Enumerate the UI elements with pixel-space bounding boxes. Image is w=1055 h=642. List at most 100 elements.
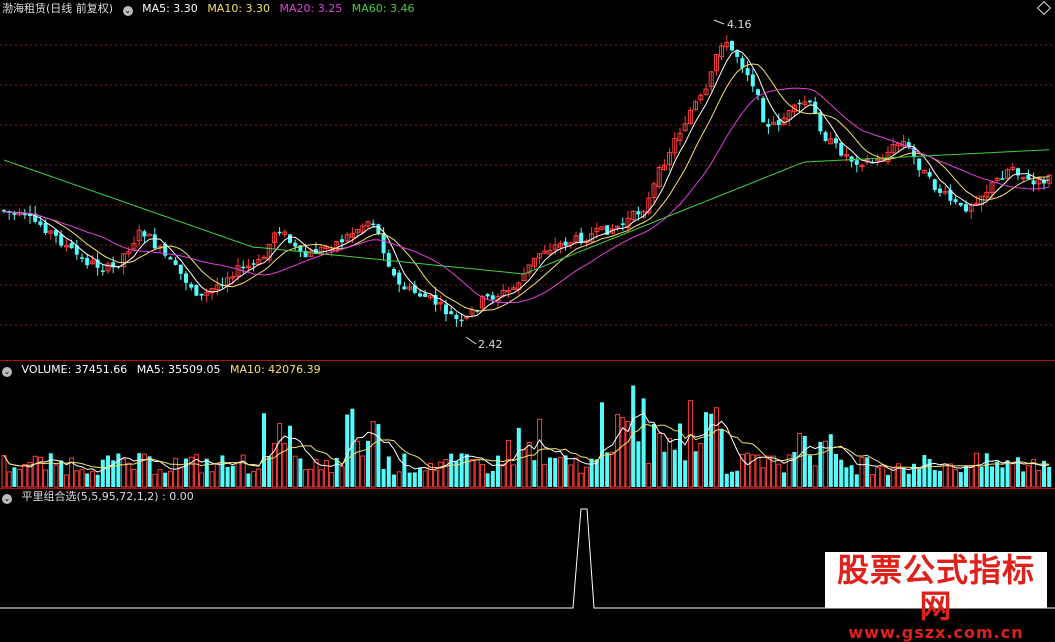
candle-body xyxy=(85,257,90,266)
volume-bar xyxy=(381,469,386,487)
candlestick-chart[interactable] xyxy=(0,0,1055,360)
volume-ma5-label: MA5: 35509.05 xyxy=(136,363,221,376)
candle-body xyxy=(340,239,344,243)
volume-bar xyxy=(386,456,391,487)
volume-bar xyxy=(63,474,69,488)
volume-bar xyxy=(298,458,303,487)
volume-chart[interactable] xyxy=(0,361,1055,488)
candle-body xyxy=(766,123,771,127)
volume-bar xyxy=(901,468,906,487)
candle-body xyxy=(142,231,147,237)
volume-bar xyxy=(318,469,324,488)
volume-bar xyxy=(376,424,381,487)
candle-body xyxy=(834,138,838,144)
volume-bar xyxy=(735,470,740,487)
price-chart-pane[interactable]: 渤海租赁(日线 前复权) ⌄ MA5: 3.30 MA10: 3.30 MA20… xyxy=(0,0,1055,360)
volume-bar xyxy=(235,461,241,488)
candle-body xyxy=(69,243,74,249)
candle-body xyxy=(849,156,854,162)
volume-bar xyxy=(730,471,734,487)
volume-bar xyxy=(683,460,688,487)
volume-bar xyxy=(578,472,584,488)
candle-body xyxy=(740,58,745,68)
volume-bar xyxy=(797,433,803,488)
candle-body xyxy=(402,286,407,290)
volume-bar xyxy=(396,471,402,488)
candle-body xyxy=(12,213,17,215)
volume-bar xyxy=(288,425,292,487)
volume-bar xyxy=(85,473,90,487)
candle-body xyxy=(808,100,812,103)
volume-bar xyxy=(116,453,121,487)
volume-chart-pane[interactable]: ⌄ VOLUME: 37451.66 MA5: 35509.05 MA10: 4… xyxy=(0,361,1055,488)
volume-bar xyxy=(438,461,444,488)
volume-bar xyxy=(12,467,17,487)
volume-bar xyxy=(59,460,64,487)
volume-bar xyxy=(256,468,262,488)
volume-bar xyxy=(511,464,517,488)
candle-body xyxy=(750,74,755,87)
volume-bar xyxy=(22,463,28,488)
candle-body xyxy=(194,284,199,296)
chevron-down-icon[interactable]: ⌄ xyxy=(122,6,133,16)
stock-title: 渤海租赁(日线 前复权) xyxy=(2,2,114,15)
candle-body xyxy=(371,223,376,226)
candle-body xyxy=(459,319,464,322)
volume-bar xyxy=(875,467,881,488)
candle-body xyxy=(38,221,43,225)
volume-bar xyxy=(469,459,475,488)
volume-bar xyxy=(490,470,495,487)
ma5-label: MA5: 3.30 xyxy=(142,2,198,15)
chevron-down-icon[interactable]: ⌄ xyxy=(2,494,12,504)
candle-body xyxy=(241,266,246,269)
volume-bar xyxy=(500,463,506,488)
candle-body xyxy=(184,273,188,283)
volume-bar xyxy=(443,458,449,488)
volume-bar xyxy=(1025,465,1031,488)
volume-bar xyxy=(178,466,184,488)
candle-body xyxy=(189,284,194,288)
volume-bar xyxy=(1036,470,1042,488)
volume-bar xyxy=(947,463,953,488)
volume-bar xyxy=(95,474,100,487)
candle-body xyxy=(839,142,844,156)
ma20-label: MA20: 3.25 xyxy=(279,2,343,15)
candle-body xyxy=(454,314,459,320)
volume-bar xyxy=(557,456,563,488)
chevron-down-icon[interactable]: ⌄ xyxy=(2,367,12,377)
ma60-line xyxy=(3,149,1050,275)
volume-bar xyxy=(17,468,23,488)
candle-body xyxy=(59,234,64,246)
volume-bar xyxy=(802,435,807,487)
volume-ma5-line xyxy=(3,412,1050,473)
volume-bar xyxy=(126,462,132,488)
volume-bar xyxy=(292,455,298,488)
volume-bar xyxy=(792,451,797,487)
volume-bar xyxy=(323,459,329,488)
candle-body xyxy=(938,188,942,193)
candle-body xyxy=(813,101,818,115)
volume-bar xyxy=(760,467,766,488)
candle-body xyxy=(579,232,584,244)
volume-bar xyxy=(844,467,849,487)
candle-body xyxy=(735,51,740,57)
volume-bar xyxy=(958,472,963,487)
candle-body xyxy=(381,233,386,254)
volume-bar xyxy=(199,472,205,488)
volume-bar xyxy=(412,472,417,487)
volume-bar xyxy=(407,472,412,487)
watermark-url: www.gszx.com.cn xyxy=(848,623,1024,642)
candle-body xyxy=(43,222,48,234)
volume-bar xyxy=(433,470,439,488)
candle-body xyxy=(490,295,495,300)
volume-bar xyxy=(267,456,272,487)
volume-bar xyxy=(724,473,729,487)
candle-body xyxy=(251,263,256,265)
candle-body xyxy=(958,202,963,206)
volume-bar xyxy=(782,472,786,487)
volume-bar xyxy=(818,441,823,487)
volume-bar xyxy=(573,457,579,488)
low-pointer xyxy=(465,336,477,345)
indicator-label: 平里组合选(5,5,95,72,1,2) : 0.00 xyxy=(21,490,194,503)
volume-bar xyxy=(1010,463,1016,488)
